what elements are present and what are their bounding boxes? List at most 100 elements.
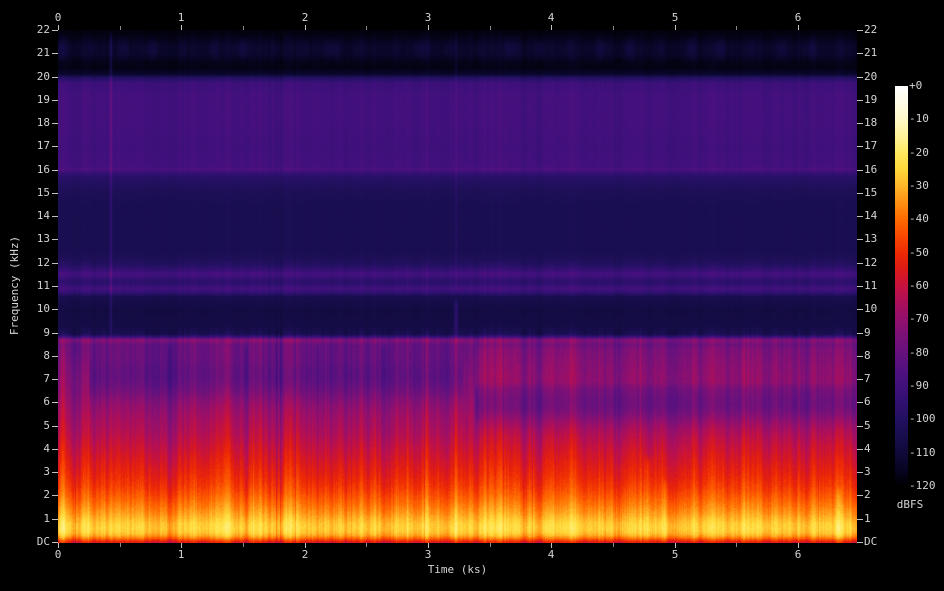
y-tick-label-left: 12 <box>36 256 50 269</box>
x-minor-tick-top <box>120 26 121 30</box>
x-tick-label-bottom: 3 <box>424 548 432 561</box>
x-minor-tick-bottom <box>736 543 737 547</box>
y-tick <box>52 53 58 54</box>
x-axis-title: Time (ks) <box>427 563 488 576</box>
y-tick <box>857 472 863 473</box>
x-tick-label-bottom: 1 <box>177 548 185 561</box>
y-tick <box>857 519 863 520</box>
y-tick <box>52 216 58 217</box>
x-tick-label-bottom: 4 <box>547 548 555 561</box>
x-tick-top <box>675 25 676 30</box>
colorbar-tick-label: -110 <box>909 446 936 459</box>
y-tick-label-right: 20 <box>864 70 878 83</box>
colorbar-tick-label: -70 <box>909 312 929 325</box>
y-tick-label-left: 17 <box>36 139 50 152</box>
colorbar-tick-label: -40 <box>909 212 929 225</box>
y-tick-label-left: 10 <box>36 302 50 315</box>
y-tick <box>52 77 58 78</box>
y-tick <box>52 309 58 310</box>
y-tick <box>857 239 863 240</box>
y-tick-label-left: 15 <box>36 186 50 199</box>
y-tick <box>52 356 58 357</box>
y-tick <box>52 286 58 287</box>
y-tick-label-left: 1 <box>43 512 50 525</box>
x-tick-top <box>798 25 799 30</box>
y-tick-label-left: 9 <box>43 326 50 339</box>
y-tick <box>52 170 58 171</box>
y-tick <box>857 542 863 543</box>
colorbar-tick-label: -90 <box>909 379 929 392</box>
y-tick <box>857 286 863 287</box>
x-tick-top <box>305 25 306 30</box>
y-tick <box>52 146 58 147</box>
x-minor-tick-bottom <box>490 543 491 547</box>
colorbar-tick-label: -20 <box>909 146 929 159</box>
y-axis-left-labels: 22 21 20 19 18 17 16 15 14 13 12 11 10 9 8 7 6 5 4 3 2 1 DC <box>0 24 50 550</box>
colorbar-tick-label: -80 <box>909 346 929 359</box>
x-axis-bottom-labels: 0 1 2 3 4 5 6 <box>55 548 857 561</box>
x-axis-top-ticks <box>58 25 857 30</box>
y-tick <box>52 542 58 543</box>
y-tick-label-left: 6 <box>43 395 50 408</box>
y-tick <box>52 449 58 450</box>
y-tick-label-left: 8 <box>43 349 50 362</box>
x-tick-label-bottom: 0 <box>54 548 62 561</box>
y-tick <box>857 77 863 78</box>
y-tick <box>52 379 58 380</box>
y-tick <box>857 53 863 54</box>
x-tick-top <box>58 25 59 30</box>
y-tick-label-left: 22 <box>36 23 50 36</box>
y-tick <box>857 216 863 217</box>
y-axis-left-ticks <box>52 30 58 544</box>
y-tick <box>857 263 863 264</box>
y-tick-label-left: 13 <box>36 232 50 245</box>
x-tick-label-bottom: 5 <box>671 548 679 561</box>
y-tick-label-left: 19 <box>36 93 50 106</box>
y-tick-label-left: 7 <box>43 372 50 385</box>
colorbar-tick-label: -120 <box>909 479 936 492</box>
y-tick <box>857 193 863 194</box>
y-tick <box>857 402 863 403</box>
y-tick-label-left: 21 <box>36 46 50 59</box>
x-tick-label-top: 6 <box>794 11 802 24</box>
x-minor-tick-top <box>736 26 737 30</box>
y-tick <box>52 495 58 496</box>
y-tick-label-right: 22 <box>864 23 878 36</box>
y-tick <box>857 309 863 310</box>
y-tick <box>857 333 863 334</box>
y-tick <box>52 30 58 31</box>
y-tick <box>52 123 58 124</box>
y-tick <box>52 193 58 194</box>
y-tick <box>52 426 58 427</box>
y-tick-label-right: 21 <box>864 46 878 59</box>
y-tick-label-right: DC <box>864 535 878 548</box>
y-tick-label-right: 1 <box>864 512 871 525</box>
y-tick <box>52 402 58 403</box>
y-tick <box>52 100 58 101</box>
colorbar-tick-label: -30 <box>909 179 929 192</box>
x-minor-tick-top <box>243 26 244 30</box>
y-tick-label-left: 5 <box>43 419 50 432</box>
y-tick <box>857 356 863 357</box>
y-tick <box>857 30 863 31</box>
x-tick-label-top: 2 <box>301 11 309 24</box>
x-minor-tick-bottom <box>120 543 121 547</box>
x-tick-top <box>181 25 182 30</box>
y-tick <box>857 449 863 450</box>
y-tick <box>857 123 863 124</box>
colorbar-tick-label: -50 <box>909 246 929 259</box>
y-tick-label-left: 14 <box>36 209 50 222</box>
colorbar <box>895 86 908 486</box>
x-tick-label-bottom: 2 <box>301 548 309 561</box>
x-tick-label-top: 1 <box>177 11 185 24</box>
colorbar-tick-labels: +0 -10 -20 -30 -40 -50 -60 -70 -80 -90 -100 -110 -12… <box>909 80 943 496</box>
x-minor-tick-bottom <box>366 543 367 547</box>
x-tick-top <box>551 25 552 30</box>
colorbar-tick-label: -60 <box>909 279 929 292</box>
colorbar-title: dBFS <box>896 498 924 511</box>
y-tick <box>857 170 863 171</box>
y-tick-label-left: 18 <box>36 116 50 129</box>
spectrogram-plot[interactable] <box>58 30 857 543</box>
y-tick-label-left: 4 <box>43 442 50 455</box>
y-tick <box>52 472 58 473</box>
